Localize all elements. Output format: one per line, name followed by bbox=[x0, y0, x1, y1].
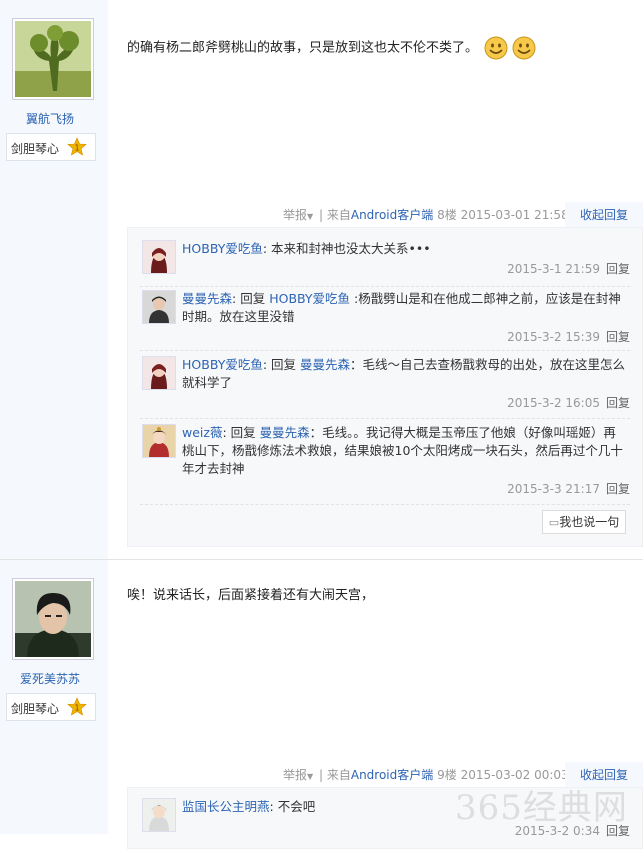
author-name[interactable]: 翼航飞扬 bbox=[0, 110, 100, 127]
reply-meta: 2015-3-1 21:59 回复 bbox=[507, 260, 630, 277]
reply-username[interactable]: weiz薇 bbox=[182, 425, 222, 440]
reply-username[interactable]: 曼曼先森 bbox=[182, 291, 232, 306]
report-link[interactable]: 举报▼ bbox=[283, 766, 313, 783]
author-avatar[interactable] bbox=[12, 18, 94, 100]
smile-emoji-icon bbox=[484, 36, 508, 60]
reply-avatar[interactable] bbox=[142, 290, 176, 324]
reply-avatar[interactable] bbox=[142, 356, 176, 390]
avatar-image bbox=[143, 357, 175, 389]
author-avatar[interactable] bbox=[12, 578, 94, 660]
reply-button[interactable]: 回复 bbox=[606, 482, 630, 496]
level-star-icon: 1 bbox=[67, 137, 87, 156]
reply-meta: 2015-3-2 15:39 回复 bbox=[507, 328, 630, 345]
divider bbox=[140, 504, 630, 506]
post-floor-8: 翼航飞扬 剑胆琴心 1 的确有杨二郎斧劈桃山的故事，只是放到这也太不伦不类了。 … bbox=[0, 0, 643, 560]
reply-target-user[interactable]: 曼曼先森 bbox=[300, 357, 350, 372]
reply-item: HOBBY爱吃鱼: 本来和封神也没太大关系••• 2015-3-1 21:59 回… bbox=[140, 240, 630, 280]
smile-emoji-icon bbox=[512, 36, 536, 60]
reply-button[interactable]: 回复 bbox=[606, 330, 630, 344]
reply-item: HOBBY爱吃鱼: 回复 曼曼先森：毛线～自己去查杨戬救母的出处，放在这里怎么就… bbox=[140, 356, 630, 414]
reply-button[interactable]: 回复 bbox=[606, 396, 630, 410]
avatar-image bbox=[143, 241, 175, 273]
chevron-down-icon: ▼ bbox=[307, 212, 314, 221]
reply-time: 2015-3-2 15:39 bbox=[507, 330, 600, 344]
author-sidebar: 翼航飞扬 剑胆琴心 1 bbox=[0, 0, 108, 560]
reply-button[interactable]: 回复 bbox=[606, 262, 630, 276]
level-number: 1 bbox=[74, 144, 79, 153]
reply-item: weiz薇: 回复 曼曼先森：毛线。。我记得大概是玉帝压了他娘（好像叫瑶姬）再桃… bbox=[140, 424, 630, 500]
reply-text: weiz薇: 回复 曼曼先森：毛线。。我记得大概是玉帝压了他娘（好像叫瑶姬）再桃… bbox=[182, 425, 623, 476]
reply-avatar[interactable] bbox=[142, 798, 176, 832]
member-badge[interactable]: 剑胆琴心 1 bbox=[6, 693, 96, 721]
level-number: 1 bbox=[74, 704, 79, 713]
divider bbox=[140, 418, 630, 420]
report-link[interactable]: 举报▼ bbox=[283, 206, 313, 223]
author-sidebar: 爱死美苏苏 剑胆琴心 1 bbox=[0, 560, 108, 834]
reply-time: 2015-3-2 16:05 bbox=[507, 396, 600, 410]
divider bbox=[140, 350, 630, 352]
post-content: 唉！说来话长，后面紧接着还有大闹天宫， bbox=[127, 584, 374, 603]
avatar-image bbox=[15, 21, 91, 97]
badge-title: 剑胆琴心 bbox=[11, 702, 60, 716]
reply-body: 不会吧 bbox=[277, 799, 316, 814]
member-badge[interactable]: 剑胆琴心 1 bbox=[6, 133, 96, 161]
comment-icon: ▭ bbox=[548, 516, 560, 529]
post-meta: | 来自Android客户端 8楼 2015-03-01 21:58 bbox=[319, 206, 569, 223]
post-tail: 举报▼ | 来自Android客户端 8楼 2015-03-01 21:58 收… bbox=[283, 202, 643, 228]
reply-time: 2015-3-3 21:17 bbox=[507, 482, 600, 496]
author-name[interactable]: 爱死美苏苏 bbox=[0, 670, 100, 687]
client-link[interactable]: Android客户端 bbox=[351, 768, 433, 782]
level-star-icon: 1 bbox=[67, 697, 87, 716]
avatar-image bbox=[143, 799, 175, 831]
floor-number: 9楼 bbox=[437, 768, 457, 782]
reply-avatar[interactable] bbox=[142, 424, 176, 458]
say-something-button[interactable]: ▭我也说一句 bbox=[542, 510, 626, 534]
reply-username[interactable]: HOBBY爱吃鱼 bbox=[182, 357, 263, 372]
avatar-image bbox=[143, 291, 175, 323]
post-content: 的确有杨二郎斧劈桃山的故事，只是放到这也太不伦不类了。 bbox=[127, 36, 536, 60]
reply-list: HOBBY爱吃鱼: 本来和封神也没太大关系••• 2015-3-1 21:59 回… bbox=[127, 227, 643, 547]
reply-target-user[interactable]: 曼曼先森 bbox=[260, 425, 310, 440]
post-text: 的确有杨二郎斧劈桃山的故事，只是放到这也太不伦不类了。 bbox=[127, 40, 479, 56]
avatar-image bbox=[15, 581, 91, 657]
reply-text: HOBBY爱吃鱼: 回复 曼曼先森：毛线～自己去查杨戬救母的出处，放在这里怎么就… bbox=[182, 357, 626, 390]
reply-time: 2015-3-1 21:59 bbox=[507, 262, 600, 276]
from-label: | 来自 bbox=[319, 208, 351, 222]
reply-text: 曼曼先森: 回复 HOBBY爱吃鱼 :杨戬劈山是和在他成二郎神之前，应该是在封神… bbox=[182, 291, 621, 324]
reply-text: HOBBY爱吃鱼: 本来和封神也没太大关系••• bbox=[182, 241, 431, 256]
floor-number: 8楼 bbox=[437, 208, 457, 222]
post-time: 2015-03-01 21:58 bbox=[460, 208, 569, 222]
reply-username[interactable]: 监国长公主明燕 bbox=[182, 799, 270, 814]
reply-body: 本来和封神也没太大关系••• bbox=[271, 241, 431, 256]
divider bbox=[140, 286, 630, 288]
reply-target-user[interactable]: HOBBY爱吃鱼 bbox=[269, 291, 350, 306]
reply-meta: 2015-3-3 21:17 回复 bbox=[507, 480, 630, 497]
post-text: 唉！说来话长，后面紧接着还有大闹天宫， bbox=[127, 588, 375, 603]
from-label: | 来自 bbox=[319, 768, 351, 782]
reply-username[interactable]: HOBBY爱吃鱼 bbox=[182, 241, 263, 256]
reply-avatar[interactable] bbox=[142, 240, 176, 274]
badge-title: 剑胆琴心 bbox=[11, 142, 60, 156]
site-watermark: 365经典网 bbox=[455, 788, 628, 828]
collapse-replies-button[interactable]: 收起回复 bbox=[565, 202, 643, 228]
reply-meta: 2015-3-2 16:05 回复 bbox=[507, 394, 630, 411]
chevron-down-icon: ▼ bbox=[307, 772, 314, 781]
client-link[interactable]: Android客户端 bbox=[351, 208, 433, 222]
avatar-image bbox=[143, 425, 175, 457]
reply-item: 曼曼先森: 回复 HOBBY爱吃鱼 :杨戬劈山是和在他成二郎神之前，应该是在封神… bbox=[140, 290, 630, 348]
